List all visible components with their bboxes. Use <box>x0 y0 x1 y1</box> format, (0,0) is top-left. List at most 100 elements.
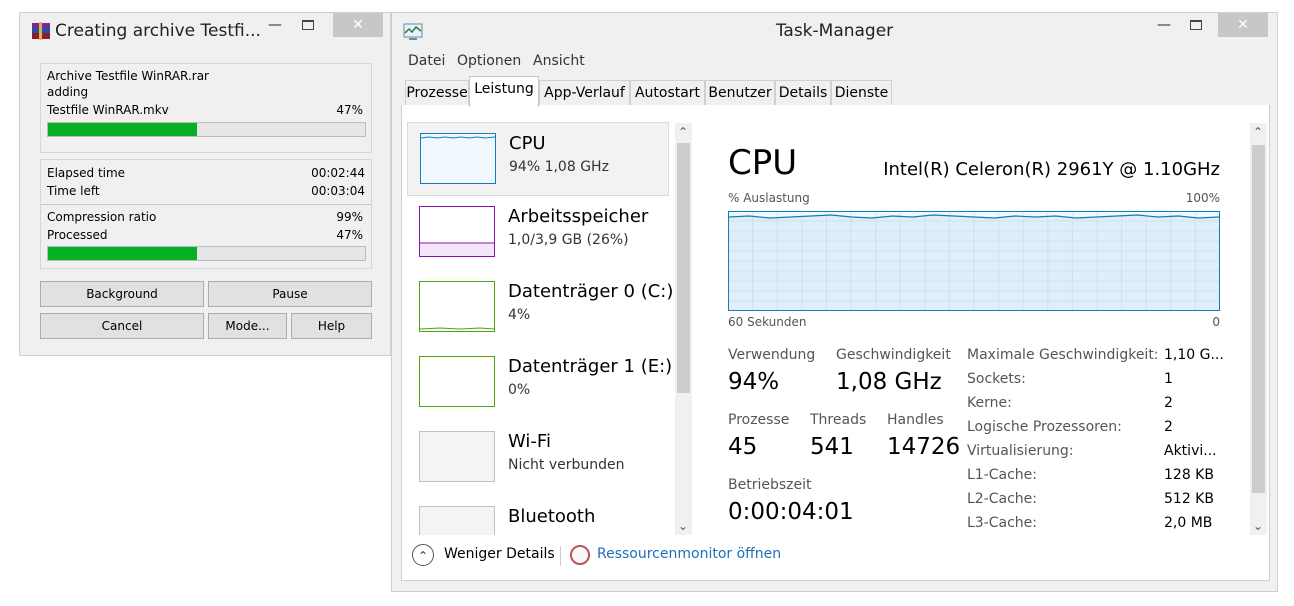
minimize-icon: — <box>1157 17 1171 33</box>
tm-minimize-button[interactable]: — <box>1152 13 1176 37</box>
tab-leistung[interactable]: Leistung <box>469 76 539 107</box>
sidebar-wifi-sub: Nicht verbunden <box>508 457 625 473</box>
chevron-down-icon[interactable]: ⌄ <box>1250 519 1266 533</box>
taskmanager-title: Task-Manager <box>775 21 894 41</box>
detail-value: 128 KB <box>1164 467 1214 483</box>
sidebar-wifi-name: Wi-Fi <box>508 431 551 452</box>
detail-value: 2 <box>1164 395 1173 411</box>
processed-progress-fill <box>48 247 197 260</box>
cpu-usage-graph <box>728 211 1220 311</box>
footer-divider <box>560 546 561 566</box>
tm-close-button[interactable]: ✕ <box>1218 13 1268 37</box>
winrar-titlebar[interactable]: Creating archive Testfi... — ✕ <box>20 13 390 49</box>
detail-value: 512 KB <box>1164 491 1214 507</box>
detail-key: Maximale Geschwindigkeit: <box>967 347 1159 363</box>
sidebar-disk0-sub: 4% <box>508 307 531 323</box>
chevron-up-circle-icon: ⌃ <box>412 544 434 566</box>
graph-min: 0 <box>1212 315 1220 329</box>
elapsed-value: 00:02:44 <box>311 166 365 180</box>
sidebar-cpu-name: CPU <box>509 133 546 154</box>
sidebar-memory-sub: 1,0/3,9 GB (26%) <box>508 232 629 248</box>
performance-content: CPU 94% 1,08 GHz Arbeitsspeicher 1,0/3,9… <box>401 105 1270 581</box>
background-button[interactable]: Background <box>40 281 204 307</box>
fewer-details-label: Weniger Details <box>444 546 555 562</box>
graph-max: 100% <box>1185 191 1220 205</box>
chevron-up-icon[interactable]: ⌃ <box>1250 125 1266 139</box>
detail-value: 2,0 MB <box>1164 515 1213 531</box>
speed-value: 1,08 GHz <box>836 369 942 395</box>
processed-label: Processed <box>47 228 108 242</box>
winrar-title: Creating archive Testfi... <box>55 21 261 41</box>
disk1-thumbnail-graph <box>419 356 495 407</box>
sidebar-item-disk1[interactable]: Datenträger 1 (E:) 0% <box>407 346 672 420</box>
close-icon: ✕ <box>1237 17 1249 33</box>
detail-value: 1,10 G... <box>1164 347 1224 363</box>
chevron-down-icon[interactable]: ⌄ <box>675 519 691 533</box>
sidebar-item-memory[interactable]: Arbeitsspeicher 1,0/3,9 GB (26%) <box>407 196 669 270</box>
detail-value: Aktivi... <box>1164 443 1217 459</box>
resource-sidebar: CPU 94% 1,08 GHz Arbeitsspeicher 1,0/3,9… <box>402 105 694 535</box>
cpu-model: Intel(R) Celeron(R) 2961Y @ 1.10GHz <box>883 159 1220 180</box>
cancel-button[interactable]: Cancel <box>40 313 204 339</box>
tab-autostart[interactable]: Autostart <box>630 80 705 106</box>
threads-value: 541 <box>810 434 854 460</box>
sidebar-disk0-name: Datenträger 0 (C:) <box>508 281 674 302</box>
sidebar-item-disk0[interactable]: Datenträger 0 (C:) 4% <box>407 271 673 345</box>
sidebar-scroll-thumb[interactable] <box>677 143 690 393</box>
file-progress-bar <box>47 122 366 137</box>
close-button[interactable]: ✕ <box>333 13 383 37</box>
action-label: adding <box>47 85 89 99</box>
detail-key: L2-Cache: <box>967 491 1038 507</box>
minimize-button[interactable]: — <box>263 13 287 37</box>
processed-progress-bar <box>47 246 366 261</box>
menu-ansicht[interactable]: Ansicht <box>533 53 585 69</box>
mode-button[interactable]: Mode... <box>208 313 287 339</box>
menu-optionen[interactable]: Optionen <box>457 53 521 69</box>
sidebar-disk1-sub: 0% <box>508 382 531 398</box>
threads-label: Threads <box>810 412 867 428</box>
memory-thumbnail-graph <box>419 206 495 257</box>
ratio-label: Compression ratio <box>47 210 157 224</box>
stats-divider <box>41 204 371 205</box>
cpu-thumbnail-graph <box>420 133 496 184</box>
winrar-books-icon <box>32 22 50 40</box>
tab-details[interactable]: Details <box>775 80 831 106</box>
speed-label: Geschwindigkeit <box>836 347 951 363</box>
tm-maximize-button[interactable] <box>1182 13 1210 37</box>
maximize-icon <box>1190 20 1202 30</box>
resource-monitor-icon <box>570 545 590 565</box>
detail-key: Sockets: <box>967 371 1026 387</box>
tab-benutzer[interactable]: Benutzer <box>705 80 775 106</box>
wifi-thumbnail-graph <box>419 431 495 482</box>
detail-scroll-thumb[interactable] <box>1252 145 1265 493</box>
tab-dienste[interactable]: Dienste <box>831 80 892 106</box>
taskmanager-window: Task-Manager — ✕ Datei Optionen Ansicht … <box>391 12 1278 592</box>
sidebar-item-bluetooth[interactable]: Bluetooth <box>407 496 669 535</box>
tab-app-verlauf[interactable]: App-Verlauf <box>539 80 630 106</box>
pause-button[interactable]: Pause <box>208 281 372 307</box>
processed-value: 47% <box>336 228 363 242</box>
graph-time: 60 Sekunden <box>728 315 807 329</box>
detail-key: Kerne: <box>967 395 1012 411</box>
help-button[interactable]: Help <box>291 313 372 339</box>
menu-datei[interactable]: Datei <box>408 53 445 69</box>
file-name: Testfile WinRAR.mkv <box>47 103 169 117</box>
cpu-heading: CPU <box>728 143 798 183</box>
cpu-usage-area <box>729 215 1219 310</box>
winrar-window: Creating archive Testfi... — ✕ Archive T… <box>19 12 391 356</box>
disk0-thumbnail-line <box>419 327 495 330</box>
maximize-button[interactable] <box>294 13 322 37</box>
time-left-value: 00:03:04 <box>311 184 365 198</box>
sidebar-item-cpu[interactable]: CPU 94% 1,08 GHz <box>407 122 669 196</box>
sidebar-scrollbar[interactable]: ⌃ ⌄ <box>675 123 692 535</box>
progress-panel: Archive Testfile WinRAR.rar adding Testf… <box>40 63 372 153</box>
elapsed-label: Elapsed time <box>47 166 126 180</box>
sidebar-item-wifi[interactable]: Wi-Fi Nicht verbunden <box>407 421 669 495</box>
detail-key: Logische Prozessoren: <box>967 419 1122 435</box>
chevron-up-icon[interactable]: ⌃ <box>675 125 691 139</box>
detail-scrollbar[interactable]: ⌃ ⌄ <box>1250 123 1267 535</box>
detail-value: 2 <box>1164 419 1173 435</box>
tab-prozesse[interactable]: Prozesse <box>405 80 469 106</box>
uptime-label: Betriebszeit <box>728 477 812 493</box>
file-progress-fill <box>48 123 197 136</box>
